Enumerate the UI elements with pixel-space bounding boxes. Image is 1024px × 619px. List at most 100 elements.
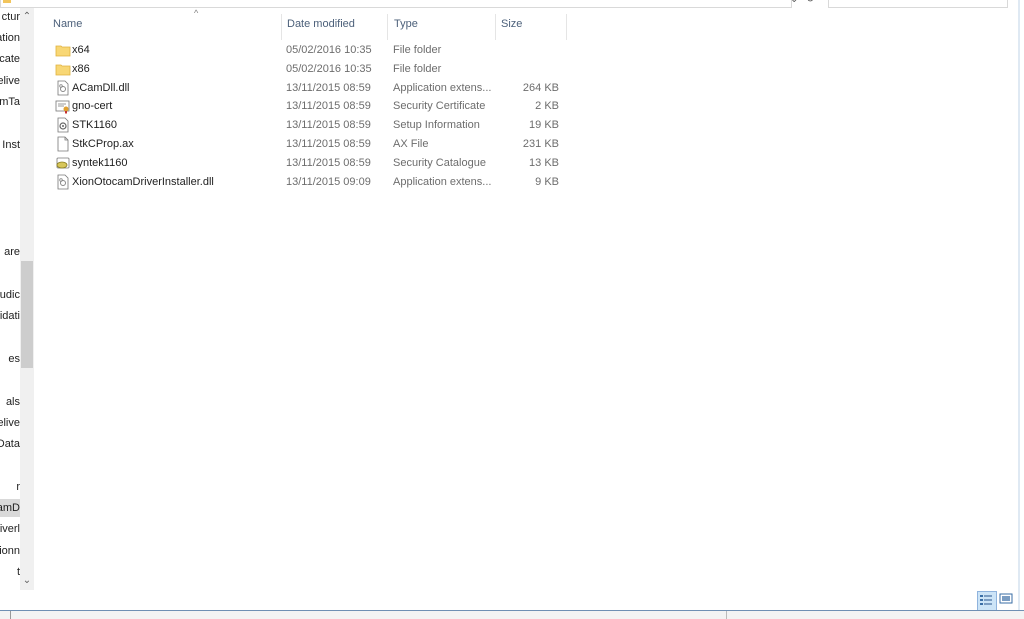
column-divider[interactable] bbox=[566, 14, 567, 40]
scrollbar-thumb[interactable] bbox=[21, 261, 33, 368]
details-view-icon bbox=[980, 595, 992, 605]
generic-file-icon bbox=[55, 136, 71, 152]
file-name: ACamDll.dll bbox=[72, 81, 130, 94]
nav-item[interactable]: iverl bbox=[0, 520, 20, 538]
window-border bbox=[1018, 0, 1020, 610]
nav-item[interactable]: are bbox=[0, 243, 20, 261]
file-type: AX File bbox=[393, 138, 429, 150]
folder-icon bbox=[3, 0, 11, 3]
file-size: 231 KB bbox=[522, 138, 559, 150]
column-divider[interactable] bbox=[495, 14, 496, 40]
address-bar-area: ⌄ ↻ bbox=[0, 0, 1024, 8]
file-row[interactable]: XionOtocamDriverInstaller.dll 13/11/2015 … bbox=[50, 173, 570, 192]
scroll-up-icon[interactable]: ⌃ bbox=[20, 10, 34, 24]
nav-item[interactable]: als bbox=[0, 393, 20, 411]
file-date-modified: 13/11/2015 08:59 bbox=[286, 138, 371, 150]
dll-file-icon bbox=[55, 80, 71, 96]
certificate-icon bbox=[55, 98, 71, 115]
file-type: File folder bbox=[393, 62, 442, 75]
file-row[interactable]: ACamDll.dll 13/11/2015 08:59 Application e… bbox=[50, 79, 570, 98]
nav-item-label: are bbox=[4, 246, 20, 258]
search-input[interactable] bbox=[828, 0, 1008, 8]
file-name: XionOtocamDriverInstaller.dll bbox=[72, 175, 214, 188]
details-view-button[interactable] bbox=[977, 591, 997, 611]
column-header-type[interactable]: Type bbox=[394, 16, 418, 40]
nav-item-label: Data bbox=[0, 438, 20, 450]
nav-item-label: als bbox=[5, 396, 20, 408]
file-type: File folder bbox=[393, 44, 442, 56]
file-size: 13 KB bbox=[529, 156, 559, 169]
file-row[interactable]: StkCProp.ax 13/11/2015 08:59 AX File 231 KB bbox=[50, 135, 570, 154]
nav-item[interactable]: Data bbox=[0, 435, 20, 453]
file-name: x86 bbox=[72, 62, 90, 75]
nav-item[interactable]: elive bbox=[0, 414, 20, 432]
sort-ascending-icon: ^ bbox=[194, 8, 199, 18]
nav-item-label: sionn bbox=[0, 545, 20, 557]
large-icons-view-icon bbox=[999, 593, 1013, 604]
column-divider[interactable] bbox=[281, 14, 282, 40]
file-size: 264 KB bbox=[522, 81, 559, 94]
nav-item[interactable]: r bbox=[0, 478, 20, 496]
address-history-chevron-icon[interactable]: ⌄ bbox=[790, 0, 804, 6]
nav-item[interactable]: Audic bbox=[0, 286, 20, 304]
refresh-icon[interactable]: ↻ bbox=[806, 0, 820, 6]
file-size: 2 KB bbox=[535, 100, 559, 113]
file-date-modified: 13/11/2015 09:09 bbox=[286, 175, 371, 188]
nav-item-label: idati bbox=[0, 310, 20, 322]
file-type: Application extens... bbox=[393, 175, 492, 188]
nav-item[interactable]: cate bbox=[0, 50, 20, 68]
column-header-date-modified[interactable]: Date modified bbox=[287, 16, 355, 40]
file-name: StkCProp.ax bbox=[72, 138, 134, 150]
file-list-view: ^ Name Date modified Type Size x64 05/02/… bbox=[36, 8, 1024, 590]
nav-item-label: cate bbox=[0, 53, 20, 65]
address-bar[interactable] bbox=[0, 0, 792, 8]
file-date-modified: 13/11/2015 08:59 bbox=[286, 81, 371, 94]
column-divider[interactable] bbox=[387, 14, 388, 40]
scroll-down-icon[interactable]: ⌄ bbox=[20, 574, 34, 588]
nav-item[interactable]: ctur bbox=[0, 8, 20, 26]
status-bar bbox=[0, 590, 1018, 610]
nav-item-label: Audic bbox=[0, 289, 20, 301]
file-type: Security Catalogue bbox=[393, 156, 486, 169]
nav-item-label: es bbox=[8, 353, 20, 365]
nav-item[interactable]: sionn bbox=[0, 542, 20, 560]
file-row[interactable]: STK1160 13/11/2015 08:59 Setup Information… bbox=[50, 116, 570, 135]
file-date-modified: 13/11/2015 08:59 bbox=[286, 119, 371, 132]
navigation-pane-scrollbar[interactable]: ⌃ ⌄ bbox=[20, 8, 34, 590]
file-date-modified: 05/02/2016 10:35 bbox=[286, 62, 372, 75]
nav-item[interactable]: Inst bbox=[0, 136, 20, 154]
nav-item[interactable]: mTa bbox=[0, 93, 20, 111]
taskbar-fragment bbox=[0, 611, 1024, 619]
large-icons-view-button[interactable] bbox=[998, 591, 1016, 609]
file-row[interactable]: syntek1160 13/11/2015 08:59 Security Catal… bbox=[50, 154, 570, 173]
nav-item[interactable]: amD bbox=[0, 499, 20, 517]
nav-item-label: elive bbox=[0, 75, 20, 87]
file-row[interactable]: gno-cert 13/11/2015 08:59 Security Certifi… bbox=[50, 97, 570, 116]
folder-icon bbox=[55, 61, 71, 77]
file-type: Application extens... bbox=[393, 81, 492, 94]
file-name: x64 bbox=[72, 44, 90, 56]
column-header-name[interactable]: Name bbox=[53, 16, 82, 40]
nav-item[interactable]: es bbox=[0, 350, 20, 368]
nav-item[interactable]: idati bbox=[0, 307, 20, 325]
file-name: gno-cert bbox=[72, 100, 113, 113]
folder-icon bbox=[55, 42, 71, 58]
file-size: 9 KB bbox=[535, 175, 559, 188]
nav-item-label: mTa bbox=[0, 96, 20, 108]
file-row[interactable]: x86 05/02/2016 10:35 File folder bbox=[50, 60, 570, 79]
nav-item-label: amD bbox=[0, 502, 20, 514]
nav-item-label: Inst bbox=[2, 139, 20, 151]
file-type: Setup Information bbox=[393, 119, 480, 132]
file-date-modified: 13/11/2015 08:59 bbox=[286, 100, 371, 113]
nav-item[interactable]: elive bbox=[0, 72, 20, 90]
file-name: STK1160 bbox=[72, 119, 118, 132]
file-row[interactable]: x64 05/02/2016 10:35 File folder bbox=[50, 41, 570, 60]
nav-item[interactable]: ation bbox=[0, 29, 20, 47]
security-catalogue-icon bbox=[55, 155, 71, 171]
nav-item[interactable]: t bbox=[0, 563, 20, 581]
file-type: Security Certificate bbox=[393, 100, 486, 113]
file-size: 19 KB bbox=[529, 119, 559, 132]
setup-info-icon bbox=[55, 117, 71, 133]
column-header-size[interactable]: Size bbox=[501, 16, 522, 40]
file-date-modified: 05/02/2016 10:35 bbox=[286, 44, 372, 56]
